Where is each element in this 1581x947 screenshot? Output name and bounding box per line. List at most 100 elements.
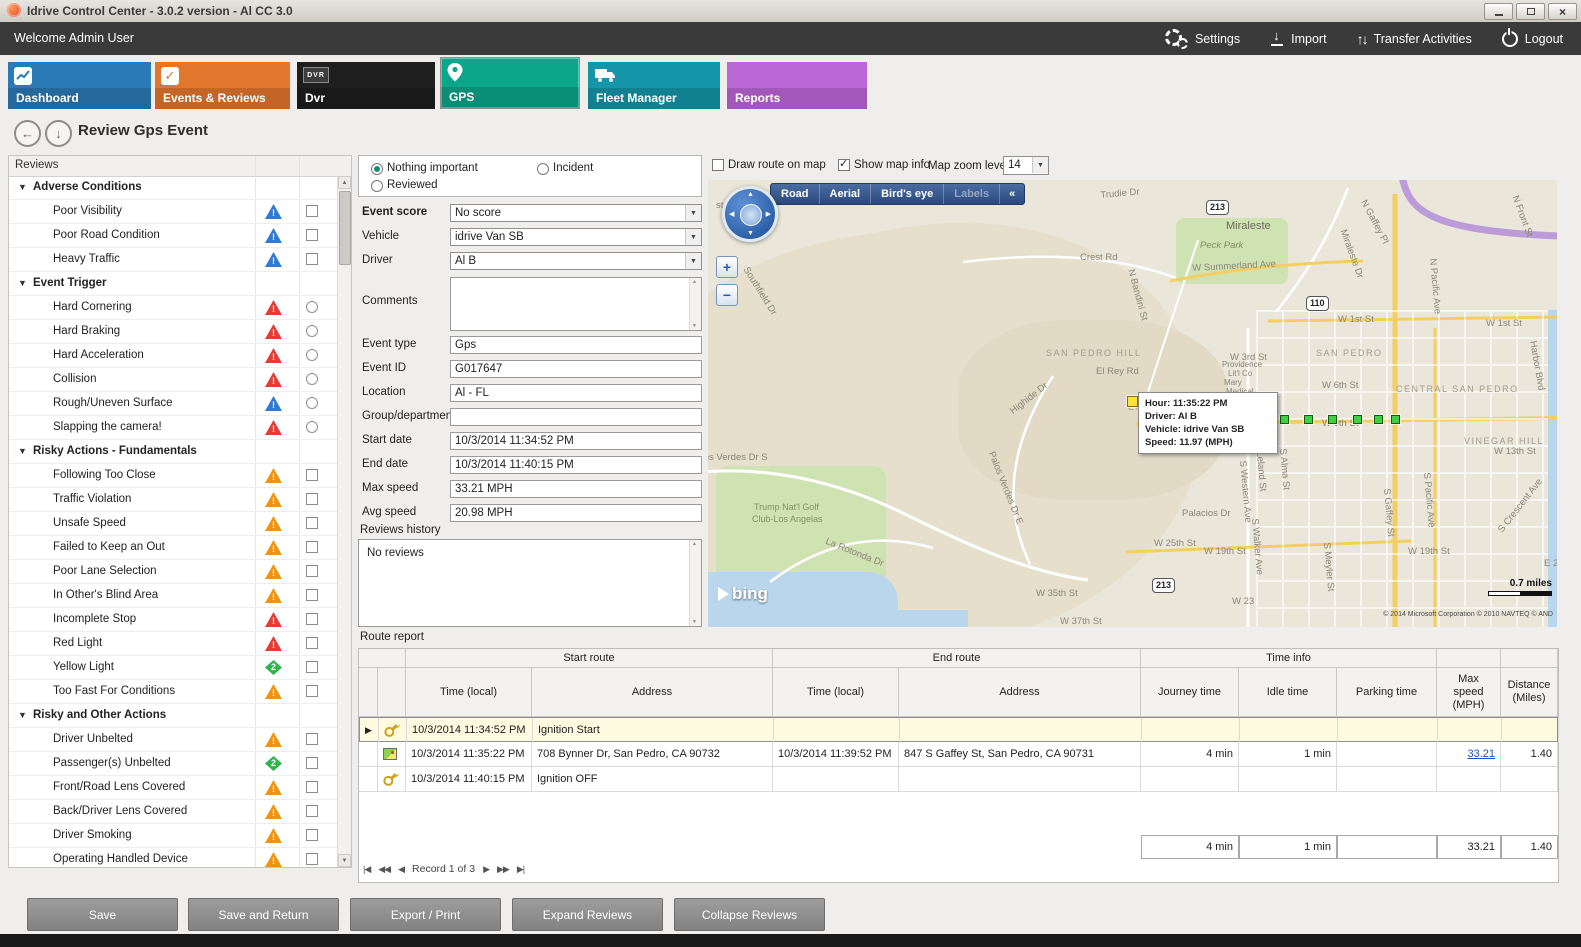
review-item-passenger-s-unbelted[interactable]: Passenger(s) Unbelted2 <box>9 752 338 776</box>
review-group-event-trigger[interactable]: ▼Event Trigger <box>9 272 338 296</box>
transfer-activities-button[interactable]: ↑↓ Transfer Activities <box>1357 31 1472 47</box>
tab-reports[interactable]: Reports <box>727 62 867 109</box>
map-labels-button[interactable]: Labels <box>944 184 1000 204</box>
review-item-in-other-s-blind-area[interactable]: In Other's Blind Area! <box>9 584 338 608</box>
review-item-back-driver-lens-covered[interactable]: Back/Driver Lens Covered! <box>9 800 338 824</box>
review-checkbox[interactable] <box>306 565 318 577</box>
review-group-risky-and-other-actions[interactable]: ▼Risky and Other Actions <box>9 704 338 728</box>
collapse-triangle-icon[interactable]: ▼ <box>18 446 27 456</box>
review-radio[interactable] <box>306 301 318 313</box>
map-compass[interactable]: ▲ ▼ ◀ ▶ <box>722 186 778 242</box>
collapse-triangle-icon[interactable]: ▼ <box>18 278 27 288</box>
review-item-driver-smoking[interactable]: Driver Smoking! <box>9 824 338 848</box>
map-birdseye-button[interactable]: Bird's eye <box>871 184 944 204</box>
maximize-button[interactable] <box>1516 3 1545 20</box>
zoom-out-button[interactable]: − <box>716 284 738 306</box>
review-item-poor-road-condition[interactable]: Poor Road Condition! <box>9 224 338 248</box>
reviewed-radio[interactable] <box>371 180 383 192</box>
scroll-down-icon[interactable]: ▼ <box>338 854 351 867</box>
review-checkbox[interactable] <box>306 493 318 505</box>
review-item-front-road-lens-covered[interactable]: Front/Road Lens Covered! <box>9 776 338 800</box>
review-item-driver-unbelted[interactable]: Driver Unbelted! <box>9 728 338 752</box>
expand-reviews-button[interactable]: Expand Reviews <box>512 898 663 931</box>
back-button[interactable]: ← <box>14 120 41 147</box>
close-button[interactable]: × <box>1548 3 1577 20</box>
review-checkbox[interactable] <box>306 829 318 841</box>
route-row-1[interactable]: ▶10/3/2014 11:34:52 PMIgnition Start <box>359 717 1558 742</box>
reviews-history-scrollbar[interactable] <box>689 540 701 626</box>
show-map-info-checkbox[interactable] <box>838 159 850 171</box>
pan-east-icon[interactable]: ▶ <box>766 210 771 218</box>
pan-south-icon[interactable]: ▼ <box>747 230 754 237</box>
review-item-heavy-traffic[interactable]: Heavy Traffic! <box>9 248 338 272</box>
pan-west-icon[interactable]: ◀ <box>729 210 734 218</box>
nothing-important-radio[interactable] <box>371 163 383 175</box>
review-item-slapping-the-camera[interactable]: Slapping the camera!! <box>9 416 338 440</box>
pager-prev-icon[interactable]: ◀ <box>398 864 404 875</box>
comments-textarea[interactable] <box>450 277 702 331</box>
avg-speed-field[interactable] <box>450 504 702 522</box>
review-checkbox[interactable] <box>306 733 318 745</box>
review-item-red-light[interactable]: Red Light! <box>9 632 338 656</box>
event-id-field[interactable] <box>450 360 702 378</box>
review-item-following-too-close[interactable]: Following Too Close! <box>9 464 338 488</box>
map-zoom-select[interactable]: 14 ▼ <box>1003 156 1049 175</box>
driver-select[interactable]: Al B▼ <box>450 252 702 270</box>
event-score-select[interactable]: No score▼ <box>450 204 702 222</box>
review-checkbox[interactable] <box>306 205 318 217</box>
scrollbar-thumb[interactable] <box>339 191 351 265</box>
incident-radio[interactable] <box>537 163 549 175</box>
review-checkbox[interactable] <box>306 589 318 601</box>
review-item-operating-handled-device[interactable]: Operating Handled Device! <box>9 848 338 867</box>
review-checkbox[interactable] <box>306 613 318 625</box>
review-checkbox[interactable] <box>306 685 318 697</box>
collapse-triangle-icon[interactable]: ▼ <box>18 182 27 192</box>
route-point-marker[interactable] <box>1328 415 1337 424</box>
event-type-field[interactable] <box>450 336 702 354</box>
review-item-poor-lane-selection[interactable]: Poor Lane Selection! <box>9 560 338 584</box>
tab-dvr[interactable]: DVRDvr <box>297 62 435 109</box>
tab-gps[interactable]: GPS <box>440 57 580 109</box>
pager-next-icon[interactable]: ▶ <box>483 864 489 875</box>
review-checkbox[interactable] <box>306 517 318 529</box>
tab-events-reviews[interactable]: ✓Events & Reviews <box>155 62 290 109</box>
review-item-yellow-light[interactable]: Yellow Light2 <box>9 656 338 680</box>
end-date-field[interactable] <box>450 456 702 474</box>
pager-prev-page-icon[interactable]: ◀◀ <box>378 864 390 875</box>
draw-route-checkbox[interactable] <box>712 159 724 171</box>
map-aerial-button[interactable]: Aerial <box>820 184 872 204</box>
route-point-marker[interactable] <box>1353 415 1362 424</box>
collapse-reviews-button[interactable]: Collapse Reviews <box>674 898 825 931</box>
review-checkbox[interactable] <box>306 253 318 265</box>
review-checkbox[interactable] <box>306 229 318 241</box>
settings-button[interactable]: Settings <box>1165 29 1240 49</box>
review-item-poor-visibility[interactable]: Poor Visibility! <box>9 200 338 224</box>
route-point-marker[interactable] <box>1304 415 1313 424</box>
review-group-risky-actions-fundamentals[interactable]: ▼Risky Actions - Fundamentals <box>9 440 338 464</box>
group-department-field[interactable] <box>450 408 702 426</box>
review-radio[interactable] <box>306 397 318 409</box>
review-item-traffic-violation[interactable]: Traffic Violation! <box>9 488 338 512</box>
pager-first-icon[interactable]: |◀ <box>363 864 370 875</box>
review-checkbox[interactable] <box>306 661 318 673</box>
export-print-button[interactable]: Export / Print <box>350 898 501 931</box>
review-checkbox[interactable] <box>306 853 318 865</box>
collapse-triangle-icon[interactable]: ▼ <box>18 710 27 720</box>
minimize-button[interactable] <box>1484 3 1513 20</box>
route-point-marker[interactable] <box>1280 415 1289 424</box>
review-item-incomplete-stop[interactable]: Incomplete Stop! <box>9 608 338 632</box>
route-point-marker[interactable] <box>1391 415 1400 424</box>
logout-button[interactable]: Logout <box>1502 31 1563 47</box>
down-button[interactable]: ↓ <box>45 120 72 147</box>
review-group-adverse-conditions[interactable]: ▼Adverse Conditions <box>9 176 338 200</box>
review-item-rough-uneven-surface[interactable]: Rough/Uneven Surface! <box>9 392 338 416</box>
review-item-hard-braking[interactable]: Hard Braking! <box>9 320 338 344</box>
review-checkbox[interactable] <box>306 637 318 649</box>
review-radio[interactable] <box>306 373 318 385</box>
reviews-scrollbar[interactable]: ▲ ▼ <box>337 176 351 867</box>
review-checkbox[interactable] <box>306 541 318 553</box>
pan-north-icon[interactable]: ▲ <box>747 191 754 198</box>
review-item-hard-cornering[interactable]: Hard Cornering! <box>9 296 338 320</box>
review-checkbox[interactable] <box>306 757 318 769</box>
map-road-button[interactable]: Road <box>771 184 820 204</box>
